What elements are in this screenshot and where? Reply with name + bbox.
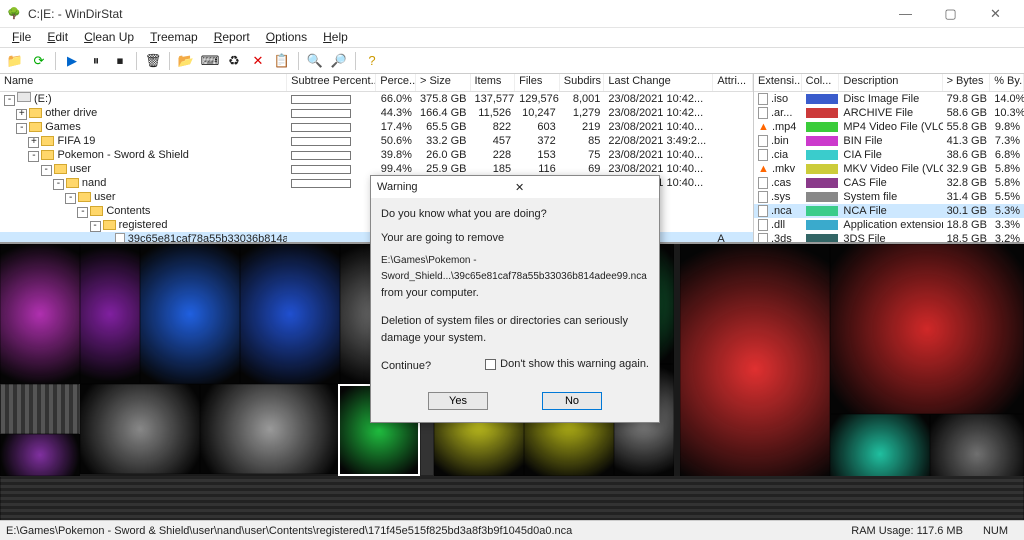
- ext-row[interactable]: .binBIN File41.3 GB7.3%: [754, 134, 1024, 148]
- toolbar: 📁 ⟳ ▶ ⏸ ⏹ 🗑 📂 ⌨ ♻ ✕ 📋 🔍 🔎 ?: [0, 48, 1024, 74]
- menu-treemap[interactable]: Treemap: [142, 28, 206, 47]
- dialog-title: Warning: [377, 181, 515, 193]
- tree-row[interactable]: +FIFA 1950.6%33.2 GB4573728522/08/2021 3…: [0, 134, 753, 148]
- tree-col[interactable]: Subtree Percent...: [287, 74, 376, 91]
- checkbox-label: Don't show this warning again.: [500, 358, 649, 374]
- ext-row[interactable]: .ciaCIA File38.6 GB6.8%: [754, 148, 1024, 162]
- open-icon[interactable]: 📁: [4, 50, 26, 72]
- properties-icon[interactable]: 📋: [271, 50, 293, 72]
- status-ram: RAM Usage: 117.6 MB: [851, 525, 963, 537]
- delete-recycle-icon[interactable]: ♻: [223, 50, 245, 72]
- status-path: E:\Games\Pokemon - Sword & Shield\user\n…: [6, 525, 851, 537]
- no-button[interactable]: No: [542, 392, 602, 410]
- ext-row[interactable]: .isoDisc Image File79.8 GB14.0%: [754, 92, 1024, 106]
- ext-row[interactable]: .casCAS File32.8 GB5.8%: [754, 176, 1024, 190]
- play-icon[interactable]: ▶: [61, 50, 83, 72]
- ext-col[interactable]: Col...: [802, 74, 840, 91]
- dialog-text: from your computer.: [381, 285, 649, 303]
- maximize-button[interactable]: ▢: [928, 0, 973, 28]
- tree-col[interactable]: Items: [471, 74, 516, 91]
- tree-col[interactable]: Attri...: [713, 74, 753, 91]
- help-icon[interactable]: ?: [361, 50, 383, 72]
- dialog-text: E:\Games\Pokemon - Sword_Shield...\39c65…: [381, 253, 649, 285]
- tree-row[interactable]: -Pokemon - Sword & Shield39.8%26.0 GB228…: [0, 148, 753, 162]
- menu-help[interactable]: Help: [315, 28, 356, 47]
- warning-dialog: Warning ✕ Do you know what you are doing…: [370, 175, 660, 423]
- close-button[interactable]: ✕: [973, 0, 1018, 28]
- ext-col[interactable]: > Bytes: [943, 74, 991, 91]
- tree-col[interactable]: Name: [0, 74, 287, 91]
- ext-row[interactable]: .ncaNCA File30.1 GB5.3%: [754, 204, 1024, 218]
- ext-col[interactable]: Description: [839, 74, 942, 91]
- status-num: NUM: [983, 525, 1008, 537]
- explorer-icon[interactable]: 📂: [175, 50, 197, 72]
- ext-row[interactable]: ▲ .mp4MP4 Video File (VLC)55.8 GB9.8%: [754, 120, 1024, 134]
- ext-row[interactable]: .dllApplication extension18.8 GB3.3%: [754, 218, 1024, 232]
- dont-show-checkbox[interactable]: [485, 359, 496, 370]
- pause-icon[interactable]: ⏸: [85, 50, 107, 72]
- minimize-button[interactable]: —: [883, 0, 928, 28]
- delete-icon[interactable]: ✕: [247, 50, 269, 72]
- empty-recycle-icon[interactable]: 🗑: [142, 50, 164, 72]
- stop-icon[interactable]: ⏹: [109, 50, 131, 72]
- cmd-icon[interactable]: ⌨: [199, 50, 221, 72]
- menu-clean-up[interactable]: Clean Up: [76, 28, 142, 47]
- title-bar: 🌳 C:|E: - WinDirStat — ▢ ✕: [0, 0, 1024, 28]
- tree-col[interactable]: Files: [515, 74, 560, 91]
- tree-col[interactable]: Last Change: [604, 74, 713, 91]
- menu-file[interactable]: File: [4, 28, 39, 47]
- tree-col[interactable]: Subdirs: [560, 74, 605, 91]
- menu-bar: FileEditClean UpTreemapReportOptionsHelp: [0, 28, 1024, 48]
- tree-row[interactable]: +other drive44.3%166.4 GB11,52610,2471,2…: [0, 106, 753, 120]
- dialog-text: Deletion of system files or directories …: [381, 313, 649, 348]
- ext-row[interactable]: .3ds3DS File18.5 GB3.2%: [754, 232, 1024, 242]
- tree-row[interactable]: -(E:)66.0%375.8 GB137,577129,5768,00123/…: [0, 92, 753, 106]
- zoom-in-icon[interactable]: 🔍: [304, 50, 326, 72]
- dialog-text: Continue?: [381, 360, 431, 372]
- app-icon: 🌳: [6, 6, 22, 22]
- yes-button[interactable]: Yes: [428, 392, 488, 410]
- ext-row[interactable]: ▲ .mkvMKV Video File (VLC)32.9 GB5.8%: [754, 162, 1024, 176]
- dialog-close-icon[interactable]: ✕: [515, 181, 653, 194]
- ext-row[interactable]: .ar...ARCHIVE File58.6 GB10.3%: [754, 106, 1024, 120]
- ext-row[interactable]: .sysSystem file31.4 GB5.5%: [754, 190, 1024, 204]
- refresh-icon[interactable]: ⟳: [28, 50, 50, 72]
- extension-list[interactable]: Extensi...Col...Description> Bytes% By..…: [754, 74, 1024, 242]
- tree-col[interactable]: Perce...: [376, 74, 416, 91]
- tree-row[interactable]: -user99.4%25.9 GB1851166923/08/2021 10:4…: [0, 162, 753, 176]
- menu-options[interactable]: Options: [258, 28, 315, 47]
- status-bar: E:\Games\Pokemon - Sword & Shield\user\n…: [0, 520, 1024, 540]
- dialog-text: Your are going to remove: [381, 230, 649, 248]
- ext-col[interactable]: Extensi...: [754, 74, 802, 91]
- dialog-text: Do you know what you are doing?: [381, 206, 649, 224]
- menu-edit[interactable]: Edit: [39, 28, 76, 47]
- zoom-out-icon[interactable]: 🔎: [328, 50, 350, 72]
- tree-row[interactable]: -Games17.4%65.5 GB82260321923/08/2021 10…: [0, 120, 753, 134]
- ext-col[interactable]: % By...: [990, 74, 1024, 91]
- tree-col[interactable]: > Size: [416, 74, 471, 91]
- window-title: C:|E: - WinDirStat: [28, 7, 883, 21]
- menu-report[interactable]: Report: [206, 28, 258, 47]
